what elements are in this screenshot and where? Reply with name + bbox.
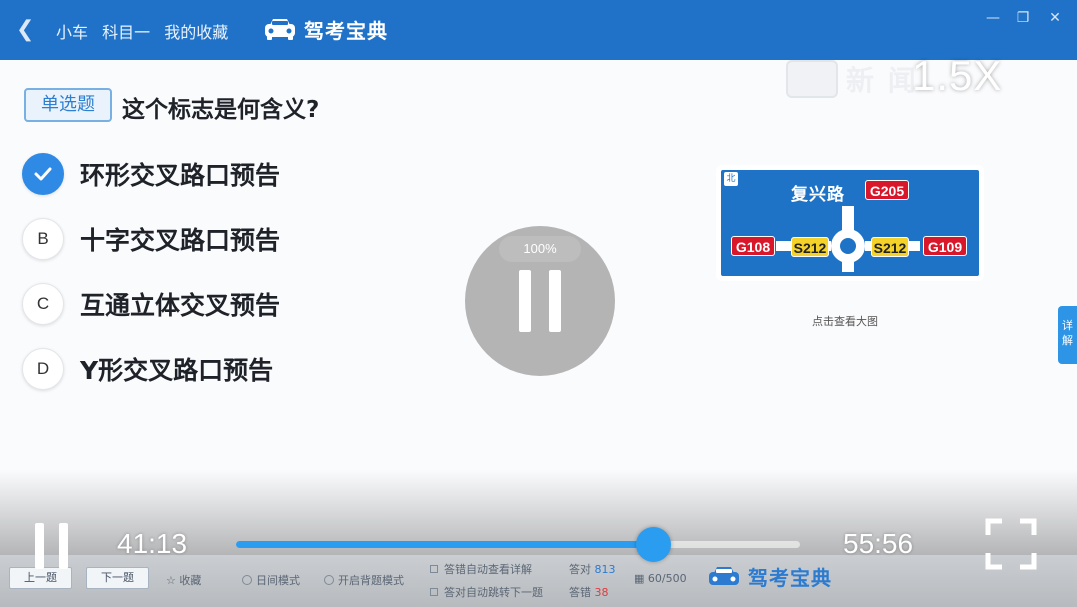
checkbox-icon xyxy=(430,588,438,596)
question-text: 这个标志是何含义? xyxy=(122,97,320,123)
view-large-image-link[interactable]: 点击查看大图 xyxy=(812,313,878,329)
bg-mode-label: 开启背题模式 xyxy=(338,574,404,587)
breadcrumb: 小车 科目一 我的收藏 xyxy=(56,19,237,43)
car-icon xyxy=(265,19,295,40)
pause-icon xyxy=(519,270,531,332)
back-icon[interactable]: ❮ xyxy=(16,16,40,44)
explanation-tab[interactable]: 详解 xyxy=(1058,306,1077,364)
road-name: 复兴路 xyxy=(791,185,845,205)
favorite-label: 收藏 xyxy=(179,574,202,587)
progress-bar[interactable] xyxy=(236,541,800,548)
footer-logo-text: 驾考宝典 xyxy=(748,566,832,590)
auto-next-checkbox[interactable]: 答对自动跳转下一题 xyxy=(430,584,543,600)
app-title-bar: ❮ 小车 科目一 我的收藏 驾考宝典 — ❐ ✕ xyxy=(0,0,1077,60)
route-shield: S212 xyxy=(871,237,909,257)
wrong-label: 答错 xyxy=(569,586,591,599)
option-letter: B xyxy=(22,218,64,260)
auto-next-label: 答对自动跳转下一题 xyxy=(444,586,543,599)
route-shield: G205 xyxy=(865,180,909,200)
radio-icon xyxy=(242,575,252,585)
total-time: 55:56 xyxy=(843,528,914,559)
next-question-button[interactable]: 下一题 xyxy=(86,567,149,589)
checkbox-icon xyxy=(430,565,438,573)
fullscreen-icon[interactable] xyxy=(985,518,1037,570)
wrong-value: 38 xyxy=(594,586,609,599)
option-d[interactable]: D Y形交叉路口预告 xyxy=(22,348,273,390)
star-icon: ☆ xyxy=(166,574,180,587)
play-pause-button[interactable] xyxy=(32,523,72,569)
close-icon[interactable]: ✕ xyxy=(1046,9,1064,27)
route-shield: S212 xyxy=(791,237,829,257)
progress-handle[interactable] xyxy=(635,527,671,562)
option-b[interactable]: B 十字交叉路口预告 xyxy=(22,218,280,260)
option-a[interactable]: 环形交叉路口预告 xyxy=(22,153,280,195)
correct-count: 答对 813 xyxy=(569,561,616,577)
playback-speed[interactable]: 1.5X xyxy=(912,52,1002,100)
option-label: 环形交叉路口预告 xyxy=(80,161,281,190)
current-time: 41:13 xyxy=(117,528,188,559)
option-label: 互通立体交叉预告 xyxy=(80,291,281,320)
route-shield: G108 xyxy=(731,236,775,256)
day-mode-label: 日间模式 xyxy=(256,574,300,587)
option-c[interactable]: C 互通立体交叉预告 xyxy=(22,283,280,325)
auto-detail-checkbox[interactable]: 答错自动查看详解 xyxy=(430,561,532,577)
auto-detail-label: 答错自动查看详解 xyxy=(444,563,532,576)
video-player[interactable]: ❮ 小车 科目一 我的收藏 驾考宝典 — ❐ ✕ 新 闻 1.5X 单选题 这个… xyxy=(0,0,1077,607)
correct-label: 答对 xyxy=(569,563,591,576)
question-progress-label: 60/500 xyxy=(647,572,687,585)
progress-fill xyxy=(236,541,654,548)
day-mode-toggle[interactable]: 日间模式 xyxy=(242,572,300,588)
route-shield: G109 xyxy=(923,236,967,256)
breadcrumb-item[interactable]: 科目一 xyxy=(102,23,150,42)
prev-question-button[interactable]: 上一题 xyxy=(9,567,72,589)
car-icon xyxy=(709,566,739,585)
option-letter: D xyxy=(22,348,64,390)
roundabout-diagram xyxy=(776,206,920,272)
correct-value: 813 xyxy=(594,563,616,576)
app-logo: 驾考宝典 xyxy=(262,13,388,45)
app-logo-text: 驾考宝典 xyxy=(304,18,388,43)
favorite-toggle[interactable]: ☆ 收藏 xyxy=(166,572,201,588)
pause-icon xyxy=(549,270,561,332)
watermark-text: 新 闻 xyxy=(846,64,918,97)
wrong-count: 答错 38 xyxy=(569,584,609,600)
option-label: 十字交叉路口预告 xyxy=(80,226,281,255)
zoom-level: 100% xyxy=(499,236,581,262)
option-letter: C xyxy=(22,283,64,325)
question-progress[interactable]: ▦ 60/500 xyxy=(634,572,687,585)
footer-logo: 驾考宝典 xyxy=(706,562,832,591)
bg-mode-toggle[interactable]: 开启背题模式 xyxy=(324,572,404,588)
option-label: Y形交叉路口预告 xyxy=(80,356,274,385)
breadcrumb-item[interactable]: 小车 xyxy=(56,23,88,42)
pause-icon xyxy=(35,523,44,569)
road-sign-image[interactable]: 北 复兴路 G205 G108 G109 S212 S212 xyxy=(716,165,984,281)
checkmark-icon xyxy=(22,153,64,195)
restore-icon[interactable]: ❐ xyxy=(1014,9,1032,27)
watermark: 新 闻 xyxy=(786,58,918,100)
grid-icon: ▦ xyxy=(634,572,648,585)
minimize-icon[interactable]: — xyxy=(984,9,1002,27)
question-type-tag: 单选题 xyxy=(24,88,112,122)
radio-icon xyxy=(324,575,334,585)
pause-icon xyxy=(59,523,68,569)
watermark-logo xyxy=(786,60,838,98)
north-indicator: 北 xyxy=(724,172,738,186)
breadcrumb-item[interactable]: 我的收藏 xyxy=(164,23,228,42)
